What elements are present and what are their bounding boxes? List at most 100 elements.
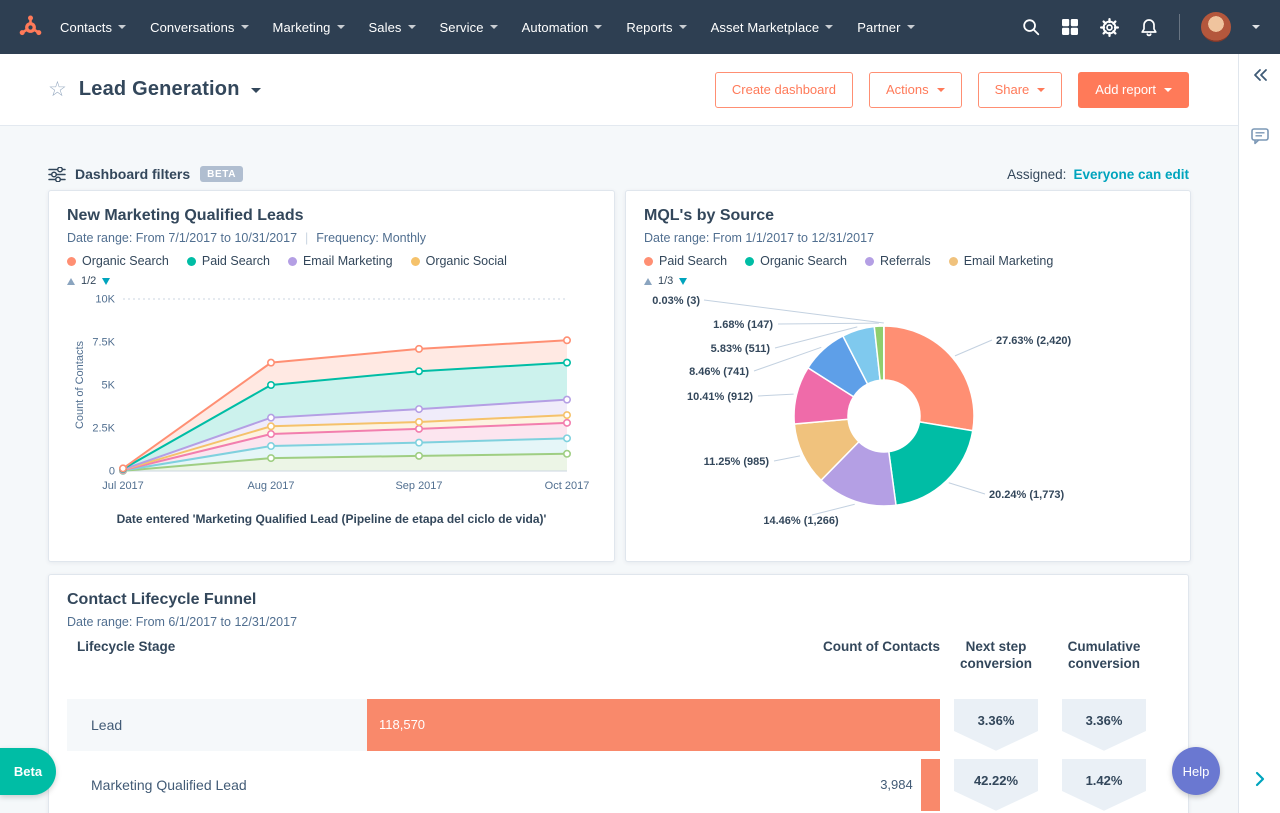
legend-dot <box>745 256 755 266</box>
column-header-c umulative: Cumulative conversion <box>1067 639 1141 671</box>
help-button[interactable]: Help <box>1172 747 1220 795</box>
nav-asset-marketplace[interactable]: Asset Marketplace <box>711 20 834 35</box>
nav-partner[interactable]: Partner <box>857 20 915 35</box>
legend-dot <box>644 256 653 266</box>
legend-item-paid-search[interactable]: Paid Search <box>186 254 270 268</box>
chevron-down-icon <box>407 25 416 33</box>
navbar-divider <box>1179 14 1180 40</box>
report-card-lifecycle-funnel: Contact Lifecycle Funnel Date range: Fro… <box>48 574 1189 813</box>
legend-item-email-marketing[interactable]: Email Marketing <box>948 254 1053 268</box>
expand-chevron-right-icon[interactable] <box>1239 771 1280 787</box>
chart-legend: Paid Search Organic Search Referrals Ema… <box>644 254 1172 268</box>
user-avatar[interactable] <box>1201 12 1231 42</box>
svg-text:5K: 5K <box>102 380 116 392</box>
funnel-rows: Lead 118,570 118,570 3.36% 3.36% Marketi… <box>67 698 1170 811</box>
nav-sales[interactable]: Sales <box>369 20 416 35</box>
funnel-row-lead: Lead 118,570 118,570 3.36% 3.36% <box>67 698 1170 751</box>
funnel-bar[interactable]: 118,570 <box>367 698 940 751</box>
svg-text:7.5K: 7.5K <box>92 337 115 349</box>
dashboard-filters-label: Dashboard filters <box>75 166 191 182</box>
top-navbar: Contacts Conversations Marketing Sales S… <box>0 0 1280 54</box>
nav-conversations[interactable]: Conversations <box>150 20 249 35</box>
legend-item-organic-social[interactable]: Organic Social <box>410 254 507 268</box>
legend-prev-button[interactable] <box>67 277 75 285</box>
line-chart[interactable]: 0 2.5K 5K 7.5K 10K Jul 2017 Aug 2017 Sep 2017 Oc… <box>67 289 598 511</box>
stage-count: 118,570 <box>379 717 426 733</box>
report-cards-row: New Marketing Qualified Leads Date range… <box>0 190 1238 562</box>
chevron-down-icon <box>678 25 687 33</box>
svg-text:10.41% (912): 10.41% (912) <box>687 391 753 403</box>
report-card-mql-by-source: MQL's by Source Date range: From 1/1/201… <box>625 190 1191 562</box>
nav-marketing[interactable]: Marketing <box>273 20 345 35</box>
marketplace-icon[interactable] <box>1061 18 1079 36</box>
chevron-down-icon <box>240 25 249 33</box>
report-title: Contact Lifecycle Funnel <box>67 591 257 608</box>
svg-text:1.68% (147): 1.68% (147) <box>713 319 773 331</box>
legend-dot <box>864 256 874 266</box>
create-dashboard-button[interactable]: Create dashboard <box>714 71 853 108</box>
dashboard-filters-toggle[interactable]: Dashboard filters BETA <box>48 166 244 182</box>
chart-legend: Organic Search Paid Search Email Marketi… <box>67 254 596 268</box>
legend-page-indicator: 1/2 <box>81 275 97 287</box>
hubspot-logo[interactable] <box>16 13 44 41</box>
filter-sliders-icon <box>48 166 66 182</box>
report-title: New Marketing Qualified Leads <box>67 207 304 224</box>
add-report-button[interactable]: Add report <box>1078 71 1189 108</box>
account-chevron-down-icon[interactable] <box>1252 25 1260 33</box>
report-date-range: Date range: From 1/1/2017 to 12/31/2017 <box>644 231 875 245</box>
svg-text:Count of Contacts: Count of Contacts <box>74 340 86 429</box>
chevron-down-icon <box>594 25 603 33</box>
nav-service[interactable]: Service <box>440 20 498 35</box>
svg-text:11.25% (985): 11.25% (985) <box>704 456 770 468</box>
assigned-permissions-link[interactable]: Everyone can edit <box>1073 167 1189 182</box>
svg-text:Jul 2017: Jul 2017 <box>102 480 144 492</box>
svg-text:Sep 2017: Sep 2017 <box>395 480 442 492</box>
notifications-bell-icon[interactable] <box>1140 18 1158 37</box>
legend-item-organic-search[interactable]: Organic Search <box>67 254 169 268</box>
legend-item-email-marketing[interactable]: Email Marketing <box>287 254 393 268</box>
assigned-label: Assigned: <box>1007 166 1067 182</box>
legend-next-button[interactable] <box>679 277 688 285</box>
legend-item-paid-search[interactable]: Paid Search <box>644 254 727 268</box>
svg-text:14.46% (1,266): 14.46% (1,266) <box>763 515 839 527</box>
x-axis-title: Date entered 'Marketing Qualified Lead (… <box>116 512 547 526</box>
chevron-down-icon <box>336 25 345 33</box>
report-date-range: Date range: From 6/1/2017 to 12/31/2017 <box>67 615 298 629</box>
svg-text:0: 0 <box>109 466 115 478</box>
donut-chart[interactable]: 27.63% (2,420) 20.24% (1,773) 14.46% (1,26… <box>644 289 1172 543</box>
legend-item-organic-search[interactable]: Organic Search <box>745 254 847 268</box>
funnel-bar[interactable]: 3,984 <box>920 758 940 811</box>
legend-item-referrals[interactable]: Referrals <box>864 254 931 268</box>
dashboard-title-dropdown[interactable]: ☆ Lead Generation <box>48 78 261 101</box>
stage-label: Lead <box>91 716 123 733</box>
actions-button[interactable]: Actions <box>868 71 962 108</box>
legend-dot <box>67 256 76 266</box>
svg-text:Oct 2017: Oct 2017 <box>545 480 590 492</box>
settings-gear-icon[interactable] <box>1100 17 1119 37</box>
nav-automation[interactable]: Automation <box>522 20 603 35</box>
cumulative-conversion-cell: 1.42% <box>1062 758 1146 811</box>
chevron-down-icon <box>825 25 834 33</box>
svg-text:2.5K: 2.5K <box>92 423 115 435</box>
dashboard-header: ☆ Lead Generation Create dashboard Actio… <box>0 54 1238 126</box>
svg-text:10K: 10K <box>95 294 115 306</box>
share-button[interactable]: Share <box>977 71 1063 108</box>
legend-next-button[interactable] <box>102 277 111 285</box>
legend-prev-button[interactable] <box>644 277 652 285</box>
nav-contacts[interactable]: Contacts <box>60 20 127 35</box>
report-date-range: Date range: From 7/1/2017 to 10/31/2017 |… <box>67 231 427 245</box>
next-step-conversion-cell: 3.36% <box>954 698 1038 751</box>
svg-text:27.63% (2,420): 27.63% (2,420) <box>996 335 1072 347</box>
column-header-next-step: Next step conversion <box>959 639 1033 671</box>
chevron-down-icon <box>1164 87 1172 96</box>
column-header-count: Count of Contacts <box>823 639 940 654</box>
beta-pill-button[interactable]: Beta <box>0 748 56 795</box>
favorite-star-icon[interactable]: ☆ <box>48 79 67 100</box>
collapse-panel-icon[interactable] <box>1239 68 1280 82</box>
chevron-down-icon <box>906 25 915 33</box>
search-icon[interactable] <box>1022 18 1040 36</box>
comments-icon[interactable] <box>1239 128 1280 145</box>
page-title: Lead Generation <box>78 78 240 100</box>
nav-reports[interactable]: Reports <box>626 20 687 35</box>
title-chevron-down-icon <box>250 87 261 98</box>
